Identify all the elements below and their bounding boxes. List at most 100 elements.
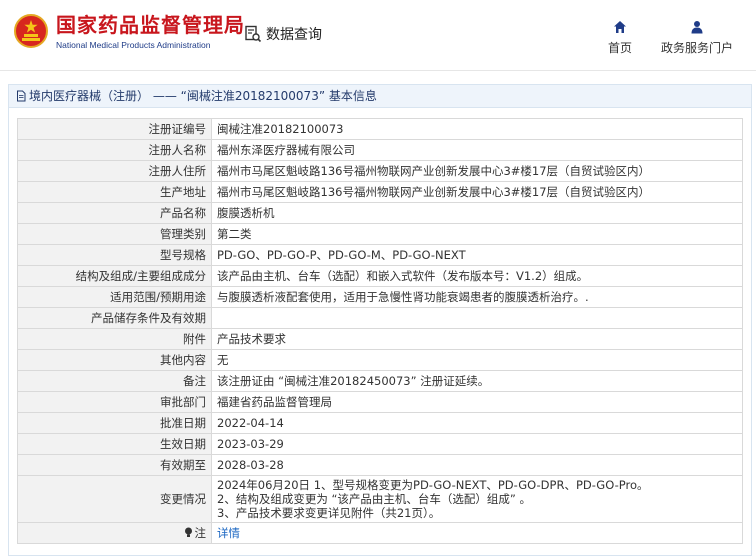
field-value-text: 2028-03-28 [217, 458, 284, 472]
field-label-text: 变更情况 [160, 492, 206, 506]
field-label-text: 注册人住所 [148, 164, 207, 178]
field-label-text: 审批部门 [160, 395, 206, 409]
field-label: 生产地址 [17, 181, 212, 203]
table-row: 批准日期 2022-04-14 [17, 412, 743, 434]
field-value: 福州东泽医疗器械有限公司 [211, 139, 743, 161]
field-label: 适用范围/预期用途 [17, 286, 212, 308]
brand-title-cn: 国家药品监督管理局 [56, 13, 245, 37]
field-value-text: 产品技术要求 [217, 332, 286, 346]
field-label-text: 备注 [183, 374, 206, 388]
field-label-text: 附件 [183, 332, 206, 346]
field-value: PD-GO、PD-GO-P、PD-GO-M、PD-GO-NEXT [211, 244, 743, 266]
field-value: 福建省药品监督管理局 [211, 391, 743, 413]
field-label: 注 [17, 522, 212, 544]
field-label-text: 结构及组成/主要组成成分 [75, 269, 206, 283]
nav-home[interactable]: 首页 [604, 20, 636, 56]
field-value-text: 该产品由主机、台车（选配）和嵌入式软件（发布版本号：V1.2）组成。 [217, 269, 589, 283]
field-label-text: 注册人名称 [148, 143, 207, 157]
field-label: 审批部门 [17, 391, 212, 413]
field-label: 备注 [17, 370, 212, 392]
table-row: 注册人名称 福州东泽医疗器械有限公司 [17, 139, 743, 161]
field-label-text: 其他内容 [160, 353, 206, 367]
field-label: 注册人住所 [17, 160, 212, 182]
field-value-text: 闽械注准20182100073 [217, 122, 344, 136]
field-label-text: 管理类别 [160, 227, 206, 241]
table-row: 注册证编号 闽械注准20182100073 [17, 118, 743, 140]
field-value-text: 福州市马尾区魁岐路136号福州物联网产业创新发展中心3#楼17层（自贸试验区内） [217, 164, 651, 178]
breadcrumb-text: 境内医疗器械（注册） —— “闽械注准20182100073” 基本信息 [29, 89, 377, 103]
table-row: 产品储存条件及有效期 [17, 307, 743, 329]
site-header: 国家药品监督管理局 National Medical Products Admi… [0, 0, 756, 71]
field-label-text: 批准日期 [160, 416, 206, 430]
field-value: 2022-04-14 [211, 412, 743, 434]
field-value-text: 无 [217, 353, 229, 367]
field-value-text: 福州东泽医疗器械有限公司 [217, 143, 355, 157]
field-value: 产品技术要求 [211, 328, 743, 350]
bulb-icon [184, 526, 195, 540]
field-value-text: 2022-04-14 [217, 416, 284, 430]
field-value-text: 2023-03-29 [217, 437, 284, 451]
field-value [211, 307, 743, 329]
field-label: 注册人名称 [17, 139, 212, 161]
field-label-text: 注 [194, 526, 207, 540]
data-query-label: 数据查询 [244, 24, 322, 44]
field-label-text: 注册证编号 [148, 122, 207, 136]
table-row: 注册人住所 福州市马尾区魁岐路136号福州物联网产业创新发展中心3#楼17层（自贸… [17, 160, 743, 182]
field-label-text: 适用范围/预期用途 [110, 290, 206, 304]
brand[interactable]: 国家药品监督管理局 National Medical Products Admi… [56, 13, 245, 50]
data-query-text: 数据查询 [266, 27, 322, 43]
info-table: 注册证编号 闽械注准20182100073 注册人名称 福州东泽医疗器械有限公司 注册人… [17, 118, 743, 544]
table-row: 注详情 [17, 522, 743, 544]
field-value: 2023-03-29 [211, 433, 743, 455]
field-label-text: 有效期至 [160, 458, 206, 472]
field-label: 产品储存条件及有效期 [17, 307, 212, 329]
home-icon [614, 21, 626, 33]
field-label: 变更情况 [17, 475, 212, 523]
user-icon [691, 21, 703, 34]
field-value: 详情 [211, 522, 743, 544]
national-emblem-icon [14, 14, 48, 48]
field-value: 腹膜透析机 [211, 202, 743, 224]
field-label: 有效期至 [17, 454, 212, 476]
field-label: 批准日期 [17, 412, 212, 434]
field-value: 与腹膜透析液配套使用，适用于急慢性肾功能衰竭患者的腹膜透析治疗。. [211, 286, 743, 308]
field-value: 2028-03-28 [211, 454, 743, 476]
table-row: 适用范围/预期用途 与腹膜透析液配套使用，适用于急慢性肾功能衰竭患者的腹膜透析治疗… [17, 286, 743, 308]
details-link[interactable]: 详情 [217, 526, 240, 540]
field-value-text: 与腹膜透析液配套使用，适用于急慢性肾功能衰竭患者的腹膜透析治疗。. [217, 290, 589, 304]
table-row: 型号规格 PD-GO、PD-GO-P、PD-GO-M、PD-GO-NEXT [17, 244, 743, 266]
field-label: 生效日期 [17, 433, 212, 455]
change-record-line: 3、产品技术要求变更详见附件（共21页）。 [217, 506, 441, 520]
change-record-line: 2、结构及组成变更为 “该产品由主机、台车（选配）组成” 。 [217, 492, 532, 506]
field-value: 该产品由主机、台车（选配）和嵌入式软件（发布版本号：V1.2）组成。 [211, 265, 743, 287]
brand-title-en: National Medical Products Administration [56, 40, 211, 50]
field-label-text: 产品储存条件及有效期 [91, 311, 206, 325]
field-value-text: 该注册证由 “闽械注准20182450073” 注册证延续。 [217, 374, 490, 388]
field-label: 产品名称 [17, 202, 212, 224]
nav-home-label: 首页 [607, 41, 632, 55]
field-value-text: PD-GO、PD-GO-P、PD-GO-M、PD-GO-NEXT [217, 248, 466, 262]
table-row: 附件 产品技术要求 [17, 328, 743, 350]
field-label: 结构及组成/主要组成成分 [17, 265, 212, 287]
table-row: 其他内容无 [17, 349, 743, 371]
field-value: 无 [211, 349, 743, 371]
field-label: 附件 [17, 328, 212, 350]
table-row: 管理类别 第二类 [17, 223, 743, 245]
field-label: 注册证编号 [17, 118, 212, 140]
field-value: 第二类 [211, 223, 743, 245]
document-icon [17, 90, 26, 102]
field-label: 管理类别 [17, 223, 212, 245]
table-row: 审批部门 福建省药品监督管理局 [17, 391, 743, 413]
field-label-text: 生产地址 [160, 185, 206, 199]
table-row: 有效期至 2028-03-28 [17, 454, 743, 476]
field-value: 福州市马尾区魁岐路136号福州物联网产业创新发展中心3#楼17层（自贸试验区内） [211, 160, 743, 182]
field-value-text: 第二类 [217, 227, 252, 241]
field-label-text: 型号规格 [160, 248, 206, 262]
table-row: 产品名称 腹膜透析机 [17, 202, 743, 224]
field-value: 该注册证由 “闽械注准20182450073” 注册证延续。 [211, 370, 743, 392]
table-row: 生效日期 2023-03-29 [17, 433, 743, 455]
table-row: 生产地址 福州市马尾区魁岐路136号福州物联网产业创新发展中心3#楼17层（自贸试… [17, 181, 743, 203]
nav-gov-portal[interactable]: 政务服务门户 [655, 20, 739, 56]
table-row: 结构及组成/主要组成成分 该产品由主机、台车（选配）和嵌入式软件（发布版本号：V1… [17, 265, 743, 287]
change-record-line: 2024年06月20日 1、型号规格变更为PD-GO-NEXT、PD-GO-DP… [217, 478, 649, 492]
